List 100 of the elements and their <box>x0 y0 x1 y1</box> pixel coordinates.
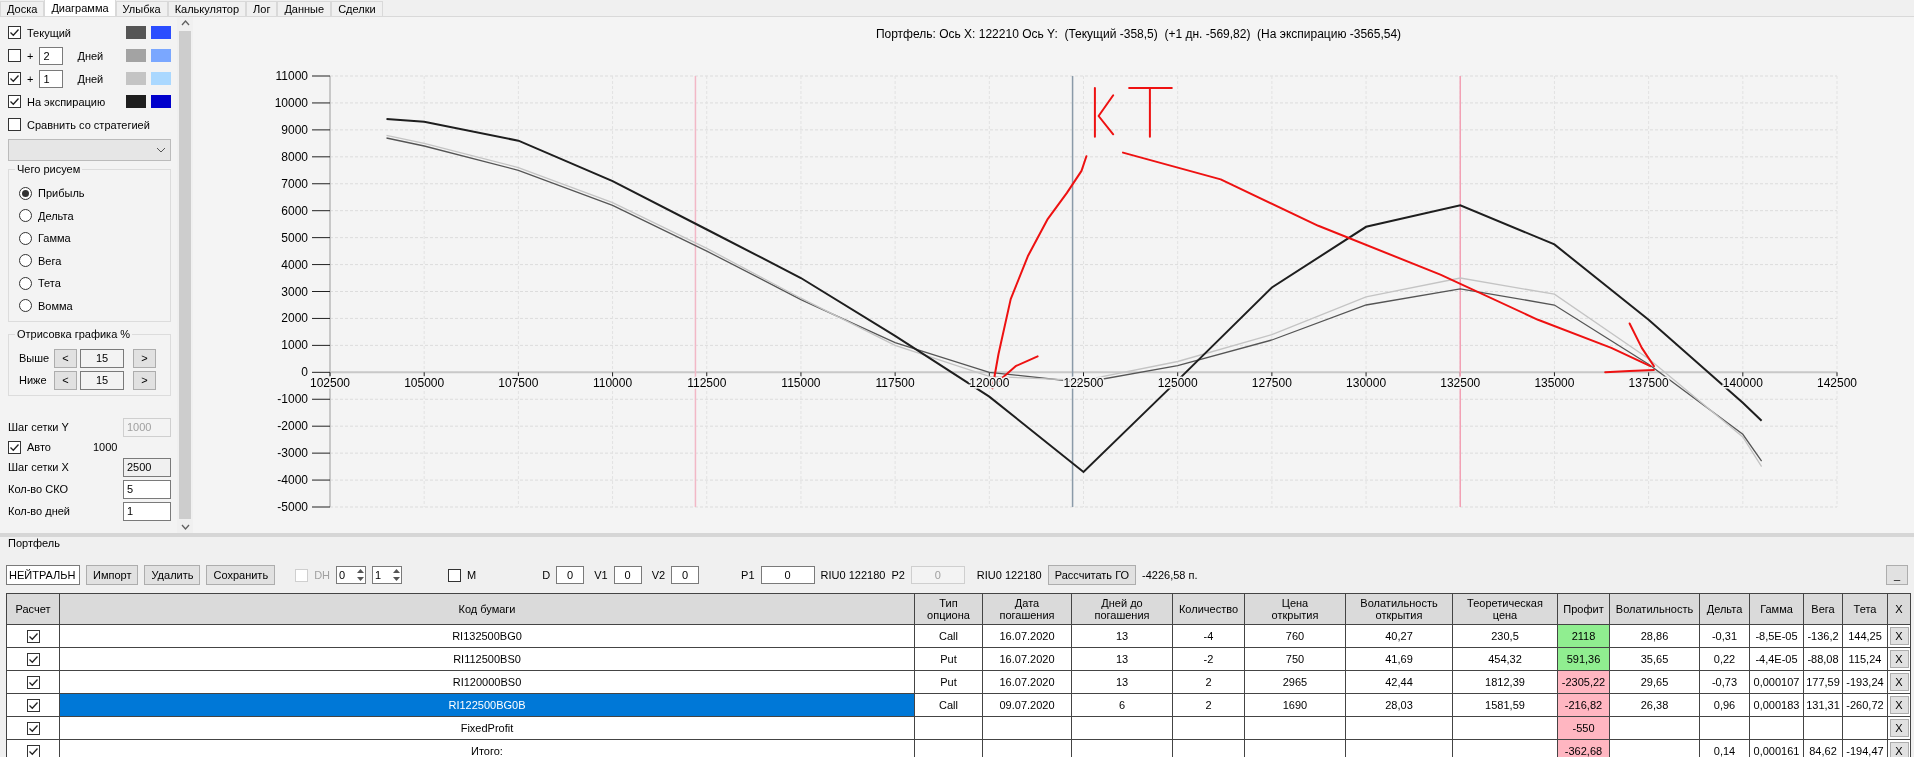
column-header[interactable]: Цена открытия <box>1244 593 1346 625</box>
increase-button[interactable]: > <box>133 370 156 390</box>
color-swatch[interactable] <box>126 49 146 62</box>
calculate-button[interactable]: Рассчитать ГО <box>1047 565 1137 585</box>
days-field[interactable]: 1 <box>39 69 64 88</box>
days-field[interactable]: 2 <box>39 46 64 65</box>
column-header[interactable]: Профит <box>1557 593 1610 625</box>
spin-arrows-icon <box>392 568 402 582</box>
tab[interactable]: Улыбка <box>115 1 168 16</box>
percent-field[interactable]: 15 <box>80 370 124 390</box>
column-header[interactable]: X <box>1887 593 1911 625</box>
checkbox[interactable] <box>26 721 40 735</box>
checkbox[interactable] <box>26 652 40 666</box>
delete-button[interactable]: X <box>1889 742 1909 757</box>
chart-title: Портфель: Ось X: 122210 Ось Y: (Текущий -358,5) (+1 дн. -569,82) (На экспирацию -3565,54) <box>874 25 1403 43</box>
checkbox[interactable] <box>8 49 21 62</box>
radio-button[interactable] <box>19 254 32 268</box>
tab[interactable]: Данные <box>277 1 332 16</box>
decrease-button[interactable]: < <box>54 370 77 390</box>
column-header[interactable]: Тип опциона <box>914 593 983 625</box>
checkbox[interactable] <box>8 440 21 454</box>
delete-button[interactable]: X <box>1889 627 1909 645</box>
days-count-field[interactable]: 1 <box>123 501 171 521</box>
spin-field[interactable]: 0 <box>336 566 367 584</box>
column-header[interactable]: Код бумаги <box>59 593 915 625</box>
strategy-combo[interactable]: НЕЙТРАЛЬН <box>6 565 80 585</box>
checkbox[interactable] <box>26 744 40 757</box>
delete-button[interactable]: X <box>1889 719 1909 737</box>
param-field[interactable]: 0 <box>760 566 815 584</box>
column-header[interactable]: Вега <box>1803 593 1843 625</box>
column-header[interactable]: Дельта <box>1699 593 1750 625</box>
delete-button[interactable]: X <box>1889 673 1909 691</box>
x-tick-label: 135000 <box>1534 376 1575 391</box>
column-header[interactable]: Количество <box>1172 593 1245 625</box>
column-header[interactable]: Дата погашения <box>982 593 1072 625</box>
tab[interactable]: Калькулятор <box>167 1 247 16</box>
param-label: V2 <box>651 569 666 581</box>
x-tick-label: 102500 <box>310 376 350 391</box>
radio-label: Вега <box>38 254 62 267</box>
security-code-cell[interactable]: RI120000BS0 <box>59 670 915 694</box>
spin-field[interactable]: 1 <box>372 566 403 584</box>
field-label: Кол-во СКО <box>8 483 69 495</box>
color-swatch[interactable] <box>126 72 146 85</box>
checkbox[interactable] <box>8 72 21 85</box>
toolbar-button[interactable]: Удалить <box>144 565 201 585</box>
param-field[interactable]: 0 <box>613 566 642 584</box>
toolbar-button[interactable]: Импорт <box>86 565 139 585</box>
color-swatch[interactable] <box>151 49 171 62</box>
checkbox[interactable] <box>8 95 21 108</box>
x-tick-label: 122500 <box>1063 376 1104 391</box>
param-field[interactable]: 0 <box>671 566 700 584</box>
increase-button[interactable]: > <box>133 348 156 368</box>
radio-button[interactable] <box>19 186 32 200</box>
checkbox[interactable] <box>8 118 21 131</box>
radio-button[interactable] <box>19 299 32 313</box>
column-header[interactable]: Тета <box>1842 593 1888 625</box>
sko-field[interactable]: 5 <box>123 479 171 499</box>
checkbox[interactable] <box>26 629 40 643</box>
radio-button[interactable] <box>19 231 32 245</box>
percent-field[interactable]: 15 <box>80 348 124 368</box>
checkbox[interactable] <box>26 698 40 712</box>
color-swatch[interactable] <box>126 26 146 39</box>
color-swatch[interactable] <box>151 95 171 108</box>
column-header[interactable]: Гамма <box>1749 593 1804 625</box>
radio-label: Гамма <box>38 232 71 245</box>
minimize-button[interactable]: _ <box>1886 565 1908 585</box>
param-field[interactable]: 0 <box>556 566 585 584</box>
y-tick-label: 5000 <box>281 230 308 245</box>
delete-button[interactable]: X <box>1889 696 1909 714</box>
security-code-cell[interactable]: RI122500BG0B <box>59 693 915 717</box>
grid-x-field[interactable]: 2500 <box>123 457 171 477</box>
y-tick-label: 2000 <box>281 311 308 326</box>
column-header[interactable]: Теоретическая цена <box>1452 593 1558 625</box>
tab[interactable]: Сделки <box>331 1 383 16</box>
delete-button[interactable]: X <box>1889 650 1909 668</box>
column-header[interactable]: Волатильность открытия <box>1345 593 1453 625</box>
radio-button[interactable] <box>19 209 32 223</box>
field-label: Шаг сетки Y <box>8 421 69 433</box>
checkbox[interactable] <box>26 675 40 689</box>
checkbox[interactable] <box>8 26 21 39</box>
security-code-cell[interactable]: RI112500BS0 <box>59 647 915 671</box>
radio-label: Вомма <box>38 299 73 312</box>
tab[interactable]: Доска <box>0 1 45 16</box>
y-tick-label: -2000 <box>277 419 308 434</box>
checkbox[interactable] <box>448 568 462 582</box>
toolbar-button[interactable]: Сохранить <box>206 565 276 585</box>
tab[interactable]: Лог <box>246 1 278 16</box>
color-swatch[interactable] <box>151 72 171 85</box>
column-header[interactable]: Расчет <box>6 593 60 625</box>
scrollbar[interactable] <box>177 17 193 533</box>
color-swatch[interactable] <box>151 26 171 39</box>
security-code-cell[interactable]: FixedProfit <box>59 716 915 740</box>
security-code-cell[interactable]: RI132500BG0 <box>59 624 915 648</box>
tab[interactable]: Диаграмма <box>44 0 116 16</box>
column-header[interactable]: Волатильность <box>1609 593 1700 625</box>
decrease-button[interactable]: < <box>54 348 77 368</box>
radio-button[interactable] <box>19 276 32 290</box>
column-header[interactable]: Дней до погашения <box>1071 593 1173 625</box>
color-swatch[interactable] <box>126 95 146 108</box>
compare-label: Сравнить со стратегией <box>27 118 150 131</box>
